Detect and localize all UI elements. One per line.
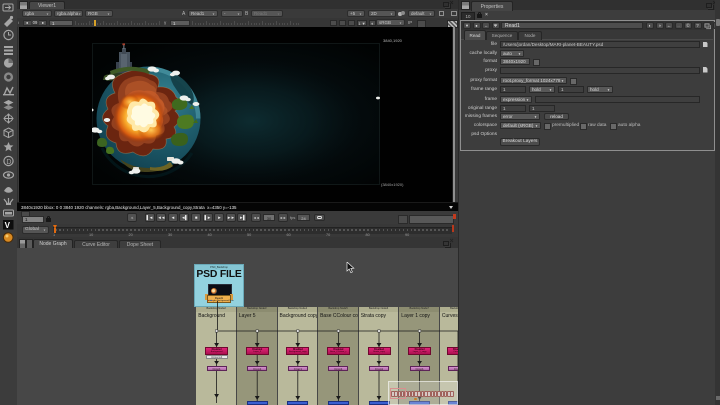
svg-text:D: D bbox=[6, 159, 11, 166]
svg-text:V: V bbox=[5, 221, 11, 230]
